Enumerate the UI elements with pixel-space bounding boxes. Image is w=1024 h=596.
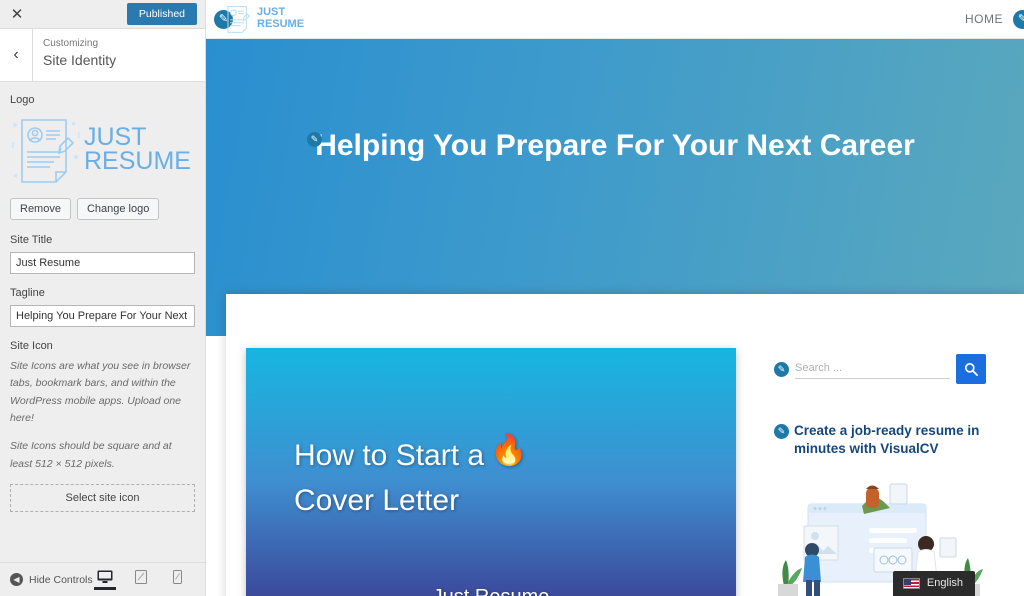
panel-titles: Customizing Site Identity <box>33 29 116 81</box>
edit-search-pencil-icon[interactable]: ✎ <box>774 361 789 377</box>
search-input[interactable] <box>795 359 950 379</box>
site-icon-help-2: Site Icons should be square and at least… <box>10 440 172 470</box>
desktop-icon <box>97 570 113 583</box>
customizer-topbar: ✕ Published <box>0 0 205 29</box>
fire-emoji-icon: 🔥 <box>490 434 528 467</box>
change-logo-button[interactable]: Change logo <box>76 198 160 220</box>
post-card-title-line1: How to Start a <box>294 439 485 472</box>
hide-controls-label: Hide Controls <box>29 573 93 586</box>
logo-text-line2: RESUME <box>84 147 191 175</box>
back-chevron-icon[interactable]: ‹ <box>0 29 33 81</box>
page-title: Site Identity <box>43 52 117 68</box>
post-column: How to Start a 🔥 Cover Letter Just Resum… <box>226 316 766 596</box>
edit-tagline-pencil-icon[interactable]: ✎ <box>307 132 322 147</box>
site-header: ✎ JUST RESUME HOME ✎ <box>206 0 1024 39</box>
search-widget: ✎ <box>774 354 986 384</box>
nav-item-home[interactable]: HOME <box>965 12 1003 26</box>
mobile-icon <box>172 569 182 584</box>
tagline-input[interactable] <box>10 305 195 327</box>
post-card-title: How to Start a 🔥 Cover Letter <box>294 436 714 520</box>
hero-section: ✎ Helping You Prepare For Your Next Care… <box>206 39 1024 336</box>
customizer-sidebar: ✕ Published ‹ Customizing Site Identity … <box>0 0 206 596</box>
post-featured-card[interactable]: How to Start a 🔥 Cover Letter Just Resum… <box>246 348 736 596</box>
publish-button[interactable]: Published <box>126 3 197 25</box>
device-mobile-button[interactable] <box>166 569 188 590</box>
promo-widget-title: Create a job-ready resume in minutes wit… <box>794 423 980 457</box>
breadcrumb: Customizing <box>43 38 99 49</box>
content-panel: How to Start a 🔥 Cover Letter Just Resum… <box>226 294 1024 596</box>
hero-title: Helping You Prepare For Your Next Career <box>315 129 915 162</box>
sidebar-column: ✎ ✎ Create a job-ready resume in minutes… <box>766 316 1002 596</box>
close-icon[interactable]: ✕ <box>6 3 28 25</box>
screen: ✕ Published ‹ Customizing Site Identity … <box>0 0 1024 596</box>
select-site-icon-button[interactable]: Select site icon <box>10 483 195 512</box>
site-preview: ✎ JUST RESUME HOME ✎ ✎ Helping You Prepa… <box>206 0 1024 596</box>
site-nav: HOME ✎ <box>965 9 1024 29</box>
edit-widget-pencil-icon[interactable]: ✎ <box>774 424 789 439</box>
search-button[interactable] <box>956 354 986 384</box>
site-icon-label: Site Icon <box>10 340 53 352</box>
tablet-icon <box>135 569 147 584</box>
customizer-footer: ◀ Hide Controls <box>0 562 205 596</box>
us-flag-icon <box>902 577 920 589</box>
device-desktop-button[interactable] <box>94 570 116 590</box>
device-tablet-button[interactable] <box>130 569 152 590</box>
post-card-brand: Just Resume <box>246 586 736 596</box>
customizer-body: Logo JUST RESUME Remove Change logo Site… <box>0 82 205 512</box>
logo-section-label: Logo <box>10 94 35 106</box>
logo-preview[interactable]: JUST RESUME <box>10 112 195 188</box>
device-preview-switcher <box>94 569 196 590</box>
language-selector[interactable]: English <box>892 571 975 596</box>
site-title-input[interactable] <box>10 252 195 274</box>
promo-widget: ✎ Create a job-ready resume in minutes w… <box>774 422 986 458</box>
post-card-title-line2: Cover Letter <box>294 484 460 517</box>
site-title-label: Site Title <box>10 234 53 246</box>
site-logo-line2: RESUME <box>257 18 305 30</box>
site-logo[interactable]: JUST RESUME <box>223 3 304 35</box>
resume-document-icon <box>12 119 80 183</box>
remove-logo-button[interactable]: Remove <box>10 198 71 220</box>
logo-actions: Remove Change logo <box>10 198 195 220</box>
site-logo-document-icon <box>227 6 250 33</box>
site-icon-help-1: Site Icons are what you see in browser t… <box>10 360 191 424</box>
collapse-icon: ◀ <box>10 573 23 586</box>
hide-controls-button[interactable]: ◀ Hide Controls <box>10 573 93 586</box>
search-icon <box>964 362 978 376</box>
panel-header: ‹ Customizing Site Identity <box>0 29 205 82</box>
edit-menu-pencil-icon[interactable]: ✎ <box>1013 9 1024 29</box>
tagline-label: Tagline <box>10 287 45 299</box>
language-label: English <box>926 577 963 589</box>
